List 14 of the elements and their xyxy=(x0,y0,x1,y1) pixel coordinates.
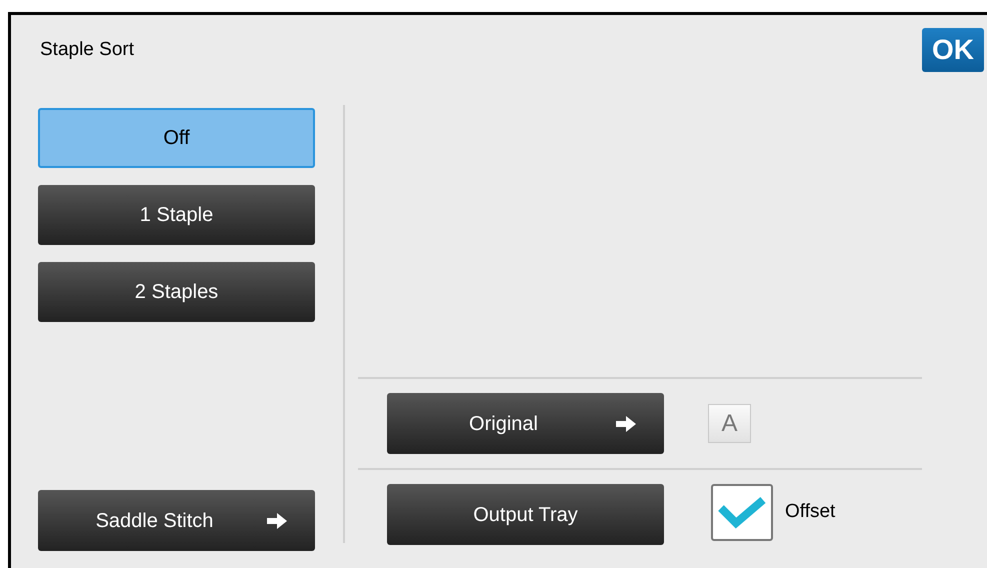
staple-option[interactable]: 2 Staples xyxy=(38,262,315,322)
offset-label: Offset xyxy=(785,500,836,524)
ok-button[interactable]: OK xyxy=(922,28,984,72)
staple-option[interactable]: 1 Staple xyxy=(38,185,315,245)
staple-option[interactable]: Off xyxy=(38,108,315,168)
original-indicator: A xyxy=(708,404,751,443)
arrow-icon xyxy=(267,512,287,528)
arrow-icon xyxy=(616,416,636,432)
saddle-stitch-button[interactable]: Saddle Stitch xyxy=(38,490,315,551)
screen-title: Staple Sort xyxy=(40,38,134,62)
output-tray-button[interactable]: Output Tray xyxy=(387,484,664,545)
original-button[interactable]: Original xyxy=(387,393,664,454)
offset-checkbox[interactable] xyxy=(711,484,773,541)
check-icon xyxy=(717,496,767,530)
